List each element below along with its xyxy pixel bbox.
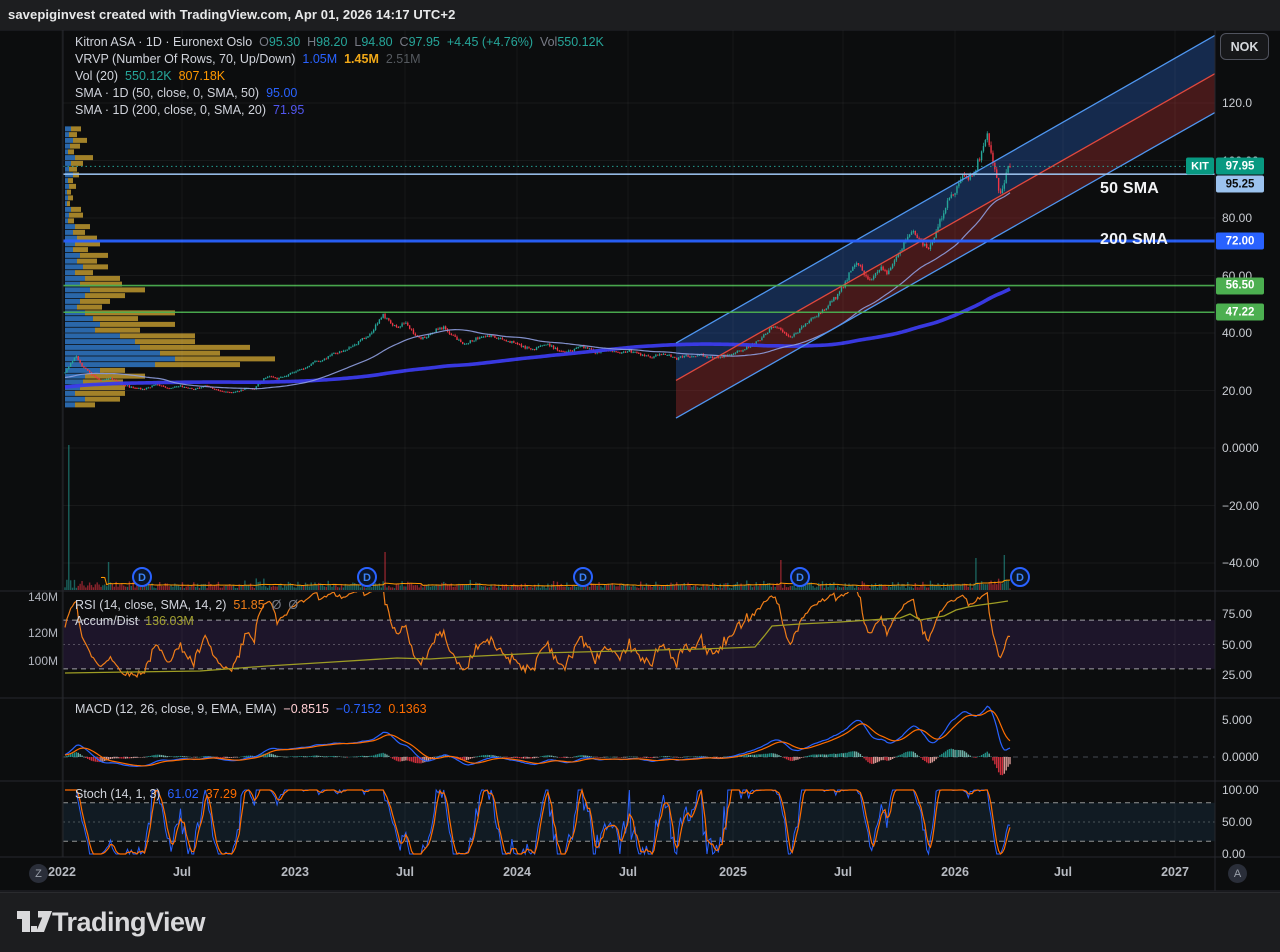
auto-scale-button[interactable]: A [1228,864,1247,883]
ohlc-o: 95.30 [269,35,300,49]
price-tick: −20.00 [1222,499,1259,513]
accdist-label: Accum/Dist [75,614,138,628]
time-tick: Jul [834,865,852,879]
accdist-tick: 100M [28,654,58,668]
stoch-k-value: 61.02 [167,787,198,801]
time-tick: Jul [1054,865,1072,879]
ohlc-h: 98.20 [316,35,347,49]
rsi-tick: 75.00 [1222,607,1252,621]
stoch-tick: 50.00 [1222,815,1252,829]
rsi-value: 51.85 [233,598,264,612]
volume-legend[interactable]: Vol (20) 550.12K 807.18K [75,69,225,83]
sma50-value: 95.00 [266,86,297,100]
price-tick: 0.0000 [1222,441,1259,455]
time-tick: Jul [396,865,414,879]
time-tick: 2024 [503,865,531,879]
time-tick: 2023 [281,865,309,879]
price-badge: 47.22 [1216,304,1264,321]
vrvp-total-value: 2.51M [386,52,421,66]
tradingview-logo-icon [16,905,54,939]
sma200-label: SMA · 1D (200, close, 0, SMA, 20) [75,103,266,117]
vol-label: Vol [540,35,557,49]
sma50-legend[interactable]: SMA · 1D (50, close, 0, SMA, 50) 95.00 [75,86,297,100]
macd-legend[interactable]: MACD (12, 26, close, 9, EMA, EMA) −0.851… [75,702,427,716]
rsi-tick: 50.00 [1222,638,1252,652]
accdist-legend[interactable]: Accum/Dist 136.03M [75,614,194,628]
symbol-tag: KIT [1186,158,1214,175]
macd-tick: 0.0000 [1222,750,1259,764]
sma50-annotation[interactable]: 50 SMA [1100,180,1159,198]
svg-text:D: D [138,572,146,584]
price-tick: 20.00 [1222,384,1252,398]
macd-tick: 5.000 [1222,713,1252,727]
vrvp-legend[interactable]: VRVP (Number Of Rows, 70, Up/Down) 1.05M… [75,52,421,66]
stoch-d-value: 37.29 [206,787,237,801]
time-tick: 2022 [48,865,76,879]
vol-value: 550.12K [557,35,604,49]
time-tick: Jul [619,865,637,879]
vrvp-label: VRVP (Number Of Rows, 70, Up/Down) [75,52,295,66]
macd-signal-value: 0.1363 [388,702,426,716]
price-badge: 97.95 [1216,158,1264,175]
accdist-tick: 120M [28,626,58,640]
rsi-hidden-1: Ø [272,598,282,612]
vrvp-down-value: 1.45M [344,52,379,66]
price-tick: −40.00 [1222,556,1259,570]
ohlc-l: 94.80 [361,35,392,49]
change-value: +4.45 (+4.76%) [447,35,533,49]
sma200-annotation[interactable]: 200 SMA [1100,231,1168,249]
time-tick: 2026 [941,865,969,879]
macd-hist-value: −0.8515 [283,702,329,716]
volume-label: Vol (20) [75,69,118,83]
stoch-tick: 0.00 [1222,847,1245,861]
macd-line-value: −0.7152 [336,702,382,716]
currency-button[interactable]: NOK [1220,33,1269,60]
chart-area[interactable]: DDDDD Kitron ASA · 1D · Euronext Oslo O9… [0,30,1280,892]
svg-text:D: D [363,572,371,584]
attribution-text: savepiginvest created with TradingView.c… [8,7,455,22]
svg-text:D: D [1016,572,1024,584]
ohlc-c-label: C [400,35,409,49]
stoch-tick: 100.00 [1222,783,1259,797]
sma200-value: 71.95 [273,103,304,117]
chart-canvas[interactable]: DDDDD [0,30,1280,892]
time-tick: Jul [173,865,191,879]
price-badge: 95.25 [1216,176,1264,193]
timezone-button[interactable]: Z [29,864,48,883]
rsi-legend[interactable]: RSI (14, close, SMA, 14, 2) 51.85 Ø Ø [75,598,298,612]
rsi-label: RSI (14, close, SMA, 14, 2) [75,598,226,612]
symbol-title: Kitron ASA · 1D · Euronext Oslo [75,35,252,49]
symbol-legend[interactable]: Kitron ASA · 1D · Euronext Oslo O95.30 H… [75,35,604,49]
tradingview-brand: TradingView [52,907,205,938]
price-badge: 56.50 [1216,277,1264,294]
volume-value: 550.12K [125,69,172,83]
price-tick: 80.00 [1222,211,1252,225]
footer: TradingView [0,892,1280,952]
svg-text:D: D [796,572,804,584]
svg-text:D: D [579,572,587,584]
rsi-tick: 25.00 [1222,668,1252,682]
vrvp-up-value: 1.05M [302,52,337,66]
ohlc-o-label: O [259,35,269,49]
rsi-hidden-2: Ø [288,598,298,612]
ohlc-c: 97.95 [409,35,440,49]
stoch-legend[interactable]: Stoch (14, 1, 3) 61.02 37.29 [75,787,237,801]
ohlc-h-label: H [307,35,316,49]
time-tick: 2027 [1161,865,1189,879]
volume-ma-value: 807.18K [179,69,226,83]
attribution-bar: savepiginvest created with TradingView.c… [0,0,1280,30]
price-badge: 72.00 [1216,233,1264,250]
stoch-label: Stoch (14, 1, 3) [75,787,160,801]
accdist-value: 136.03M [145,614,194,628]
macd-label: MACD (12, 26, close, 9, EMA, EMA) [75,702,276,716]
price-tick: 120.0 [1222,96,1252,110]
time-tick: 2025 [719,865,747,879]
price-tick: 40.00 [1222,326,1252,340]
sma50-label: SMA · 1D (50, close, 0, SMA, 50) [75,86,259,100]
accdist-tick: 140M [28,590,58,604]
sma200-legend[interactable]: SMA · 1D (200, close, 0, SMA, 20) 71.95 [75,103,304,117]
